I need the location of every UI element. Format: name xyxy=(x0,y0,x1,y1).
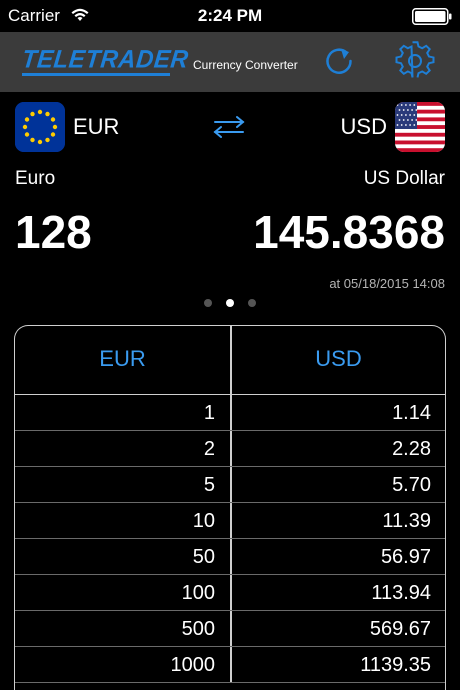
swap-currencies-icon[interactable] xyxy=(210,114,248,140)
to-currency-code[interactable]: USD xyxy=(341,114,387,140)
battery-icon xyxy=(412,8,452,25)
page-dot[interactable] xyxy=(204,298,212,307)
cell-from-amount: 1000 xyxy=(170,654,216,676)
page-dot[interactable] xyxy=(248,298,256,307)
table-row: 5 5.70 xyxy=(15,467,445,503)
cell-from-amount: 10 xyxy=(192,510,215,532)
cell-to-amount: 5.70 xyxy=(392,474,431,496)
table-row: 10 11.39 xyxy=(15,503,445,539)
rate-timestamp: at 05/18/2015 14:08 xyxy=(329,276,445,291)
us-flag-icon[interactable] xyxy=(395,102,445,152)
refresh-icon[interactable] xyxy=(320,42,358,80)
cell-from-amount: 5 xyxy=(203,474,215,496)
table-row: 1 1.14 xyxy=(15,395,445,431)
page-dot[interactable] xyxy=(226,298,234,307)
cell-to-amount: 2.28 xyxy=(392,438,431,460)
from-currency-code[interactable]: EUR xyxy=(73,114,119,140)
from-amount-input[interactable]: 128 xyxy=(15,205,92,259)
cell-from-amount: 50 xyxy=(192,546,215,568)
table-header: EUR USD xyxy=(15,326,445,395)
teletrader-logo: TELETRADER xyxy=(20,45,190,74)
eu-flag-icon[interactable] xyxy=(15,102,65,152)
cell-from-amount: 100 xyxy=(181,582,215,604)
to-currency-name: US Dollar xyxy=(363,168,445,189)
cell-from-amount: 500 xyxy=(181,618,215,640)
table-row: 2 2.28 xyxy=(15,431,445,467)
cell-to-amount: 569.67 xyxy=(369,618,431,640)
cell-to-amount: 113.94 xyxy=(371,582,431,604)
cell-to-amount: 1139.35 xyxy=(360,654,431,676)
table-row: 1000 1139.35 xyxy=(15,647,445,683)
header-to-currency: USD xyxy=(315,346,362,371)
conversion-table: EUR USD 1 1.14 2 2.28 5 5.70 10 11.39 50 56.97 100… xyxy=(14,325,446,690)
page-indicator[interactable] xyxy=(0,294,460,312)
table-row: 100 113.94 xyxy=(15,575,445,611)
from-currency-name: Euro xyxy=(15,168,56,189)
cell-to-amount: 56.97 xyxy=(380,546,431,568)
nav-title: Currency Converter xyxy=(193,58,298,72)
cell-from-amount: 1 xyxy=(203,402,215,424)
logo-underline xyxy=(22,73,170,76)
cell-to-amount: 11.39 xyxy=(382,510,431,532)
table-row: 50 56.97 xyxy=(15,539,445,575)
header-from-currency: EUR xyxy=(99,346,146,371)
status-bar: Carrier 2:24 PM xyxy=(0,0,460,32)
cell-from-amount: 2 xyxy=(203,438,215,460)
clock: 2:24 PM xyxy=(197,6,263,25)
table-row: 500 569.67 xyxy=(15,611,445,647)
nav-bar: TELETRADER Currency Converter xyxy=(0,32,460,92)
table-body: 1 1.14 2 2.28 5 5.70 10 11.39 50 56.97 100 113.94 50… xyxy=(15,395,445,683)
converted-amount: 145.8368 xyxy=(253,206,445,258)
gear-icon[interactable] xyxy=(394,40,436,82)
cell-to-amount: 1.14 xyxy=(392,402,431,424)
